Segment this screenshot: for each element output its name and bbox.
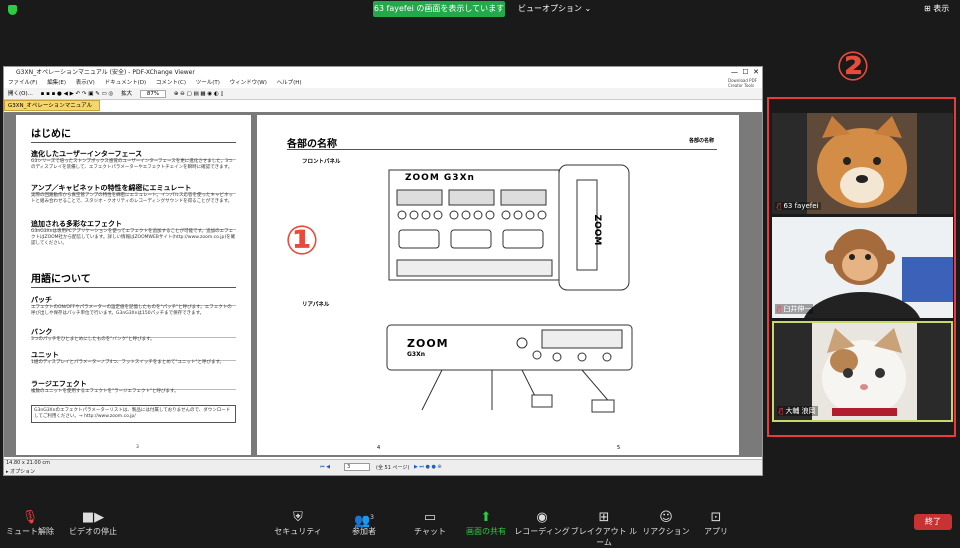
muted-mic-icon: 🎙 <box>21 510 39 525</box>
zoom-value-select[interactable]: 87% <box>139 90 167 98</box>
menu-tools[interactable]: ツール(T) <box>196 80 220 86</box>
end-meeting-button[interactable]: 終了 <box>914 514 952 530</box>
nav-next-last-icon[interactable]: ▶ ⏭ ● ● ⊕ <box>414 464 442 470</box>
participants-button[interactable]: 👥3 参加者 <box>334 508 394 537</box>
front-brand-text: ZOOM G3Xn <box>405 173 475 183</box>
rear-panel-illustration <box>386 324 633 413</box>
heading-terms: 用語について <box>31 274 91 285</box>
chat-button[interactable]: ▭ チャット <box>400 508 460 537</box>
shiba-dog-avatar <box>807 113 917 214</box>
marker-1: ① <box>285 218 319 264</box>
parts-title: 各部の名称 <box>287 139 337 150</box>
section-amp-text: 実際の回路動作から真空管アンプの特性を綿密にエミュレート。インパルス応答を使った… <box>31 193 234 204</box>
pdf-canvas[interactable]: はじめに 進化したユーザーインターフェース G3シリーズで培ったストンプボックス… <box>4 112 762 457</box>
participant-name-3: 🎙̸ 大輔 浪岡 <box>777 406 818 416</box>
page-total: (全 51 ページ) <box>376 465 410 471</box>
pdf-page-left: はじめに 進化したユーザーインターフェース G3シリーズで培ったストンプボックス… <box>16 115 251 455</box>
shield-icon: ⛨ <box>293 510 303 525</box>
screen-share-badge: 63 fayefei の画面を表示しています <box>373 1 505 17</box>
display-mode-button[interactable]: ⊞ 表示 <box>924 3 949 14</box>
pdf-window-title: G3XN_オペレーションマニュアル (安全) - PDF-XChange Vie… <box>4 67 762 78</box>
page-number-5: 5 <box>617 445 621 451</box>
security-shield-icon[interactable] <box>8 5 17 15</box>
options-label: オプション <box>10 469 36 475</box>
rear-brand-text: ZOOM <box>407 337 449 350</box>
security-button[interactable]: ⛨ セキュリティ <box>268 508 328 537</box>
share-up-arrow-icon: ⬆ <box>480 510 492 525</box>
pdf-viewer-window: G3XN_オペレーションマニュアル (安全) - PDF-XChange Vie… <box>3 66 763 476</box>
nav-first-prev-icon[interactable]: ⏮ ◀ <box>320 464 330 470</box>
parts-header-right: 各部の名称 <box>688 138 714 144</box>
stop-video-button[interactable]: ■▶ ビデオの停止 <box>58 508 128 537</box>
participant-name-1: 🎙̸ 63 fayefei <box>775 202 821 210</box>
window-controls[interactable]: — ☐ ✕ <box>731 67 759 78</box>
term-large-effect-text: 複数のユニットを使用するエフェクトを"ラージエフェクト"と呼びます。 <box>31 389 179 394</box>
menu-window[interactable]: ウィンドウ(W) <box>230 80 267 86</box>
menu-comment[interactable]: コメント(C) <box>156 80 186 86</box>
page-number-3: 3 <box>136 445 139 450</box>
page-number-input[interactable]: 3 <box>344 463 370 471</box>
unmute-button[interactable]: 🎙 ミュート解除 <box>0 508 60 537</box>
apps-icon: ⊡ <box>710 510 722 525</box>
menu-view[interactable]: 表示(V) <box>76 80 95 86</box>
heading-intro: はじめに <box>31 129 71 140</box>
video-tile-1[interactable]: 🎙̸ 63 fayefei <box>772 113 953 214</box>
people-icon: 👥3 <box>353 513 374 529</box>
page-number-4: 4 <box>377 445 381 451</box>
monkey-avatar-video <box>772 217 953 318</box>
section-effects-text: G3nG3Xnは専用PCアプリケーションを使ってエフェクトを追加することが可能で… <box>31 229 236 246</box>
term-bank-text: 3つのパッチをひとまとめにしたものを"バンク"と呼びます。 <box>31 337 155 342</box>
grid-four-icon: ⊞ <box>598 510 610 525</box>
svg-text:ZOOM: ZOOM <box>592 215 602 246</box>
front-panel-label: フロントパネル <box>302 159 341 165</box>
pdf-menubar: ファイル(F) 編集(E) 表示(V) ドキュメント(D) コメント(C) ツー… <box>4 78 762 88</box>
term-unit-text: 1組のディスプレイとパラメーターノブ4つ、フットスイッチをまとめて"ユニット"と… <box>31 360 225 365</box>
record-button[interactable]: ◉ レコーディング <box>512 508 572 537</box>
section-ui-text: G3シリーズで培ったストンプボックス感覚のユーザーインターフェースを更に進化させ… <box>31 159 233 170</box>
options-menu[interactable]: ▸ オプション <box>6 468 35 475</box>
video-camera-icon: ■▶ <box>81 510 105 525</box>
chat-bubble-icon: ▭ <box>423 510 437 525</box>
breakout-rooms-button[interactable]: ⊞ ブレイクアウト ルーム <box>568 508 640 548</box>
participant-name-2: 🎙̸ 臼井伸一 <box>775 304 814 314</box>
cat-avatar <box>812 323 917 420</box>
view-options-button[interactable]: ビューオプション ⌄ <box>518 1 591 17</box>
toolbar-icons-2[interactable]: ⊕ ⊖ ▢ ▤ ▦ ◉ ◐ ▯ <box>174 91 224 97</box>
rear-model-text: G3Xn <box>407 351 425 358</box>
apps-button[interactable]: ⊡ アプリ <box>686 508 746 537</box>
menu-help[interactable]: ヘルプ(H) <box>277 80 302 86</box>
open-button[interactable]: 開く(O)... <box>8 91 33 97</box>
display-label: 表示 <box>933 4 950 13</box>
participant-panel-highlight: 🎙̸ 63 fayefei 🎙̸ 臼井伸一 🎙̸ 大輔 浪岡 <box>767 97 956 437</box>
menu-edit[interactable]: 編集(E) <box>47 80 66 86</box>
download-pdf-creator[interactable]: Download PDF Creator Tools <box>728 78 758 88</box>
document-tab[interactable]: G3XN_オペレーションマニュアル (安全) <box>4 100 100 119</box>
term-patch-text: エフェクトのON/OFFやパラメーターの設定値を記憶したものを"パッチ"と呼びま… <box>31 305 232 316</box>
pdf-toolbar: 開く(O)... ▪ ▪ ▪ ● ◀ ▶ ↶ ↷ ▣ ✎ ▭ ◎ 拡大 87% … <box>4 88 762 100</box>
zoom-in-label[interactable]: 拡大 <box>121 91 132 97</box>
video-tile-2[interactable]: 🎙̸ 臼井伸一 <box>772 217 953 318</box>
marker-2: ② <box>836 44 870 90</box>
record-icon: ◉ <box>536 510 548 525</box>
share-screen-button[interactable]: ⬆ 画面の共有 <box>456 508 516 537</box>
toolbar-icons[interactable]: ▪ ▪ ▪ ● ◀ ▶ ↶ ↷ ▣ ✎ ▭ ◎ <box>41 91 114 97</box>
rear-panel-label: リアパネル <box>302 302 330 308</box>
menu-document[interactable]: ドキュメント(D) <box>105 80 147 86</box>
grid-icon: ⊞ <box>924 4 934 13</box>
pdf-statusbar: 14.80 x 21.00 cm ▸ オプション ⏮ ◀ 3 (全 51 ページ… <box>4 459 762 475</box>
menu-file[interactable]: ファイル(F) <box>8 80 37 86</box>
video-tile-3[interactable]: 🎙̸ 大輔 浪岡 <box>772 321 953 422</box>
note-box: G3nG3Xnのエフェクトパラメーターリストは、製品には付属しておりませんので、… <box>31 405 236 423</box>
page-size: 14.80 x 21.00 cm <box>6 460 50 466</box>
pdf-page-right: 各部の名称 各部の名称 フロントパネル ZOOM ZOOM G3Xn リアパネル… <box>257 115 739 455</box>
